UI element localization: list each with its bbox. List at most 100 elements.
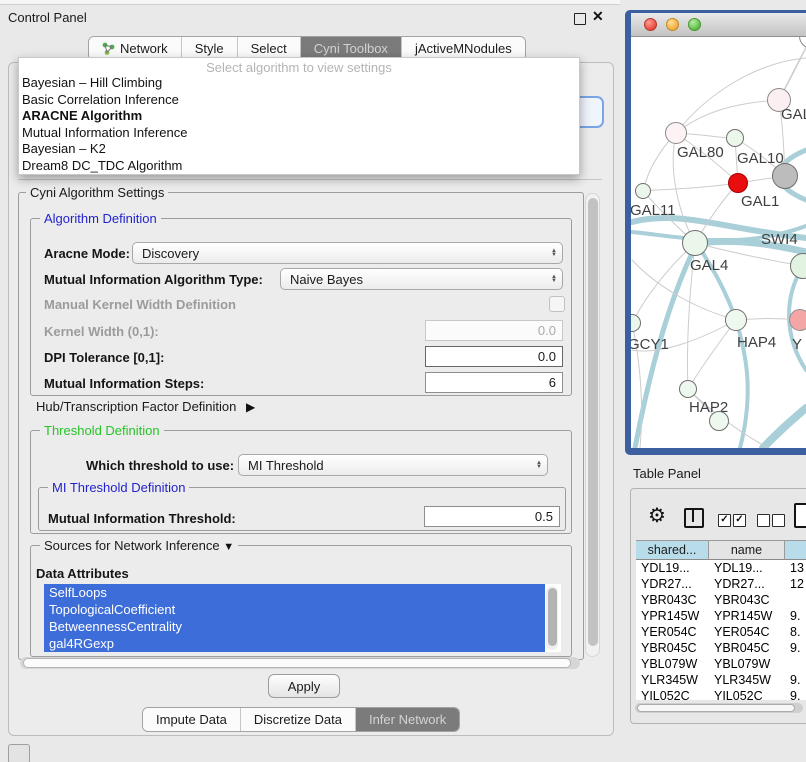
dropdown-item[interactable]: Mutual Information Inference [19, 125, 579, 142]
dropdown-item[interactable]: Dream8 DC_TDC Algorithm [19, 158, 579, 175]
table-row[interactable]: YBL079WYBL079W [636, 656, 806, 672]
table-row[interactable]: YDR27...YDR27...12 [636, 576, 806, 592]
dropdown-item[interactable]: Bayesian – Hill Climbing [19, 75, 579, 92]
node-gal80[interactable] [665, 122, 687, 144]
manual-kernel-checkbox[interactable] [549, 296, 565, 312]
column-header-1[interactable]: name [709, 540, 785, 560]
cyni-settings-group-title: Cyni Algorithm Settings [26, 185, 168, 200]
float-panel-icon[interactable] [574, 13, 586, 25]
settings-scrollbar-thumb[interactable] [588, 198, 598, 646]
columns-icon[interactable] [684, 508, 704, 528]
cell-shared-name: YDL19... [641, 561, 690, 575]
cell-value: 9. [790, 641, 800, 655]
minimized-panel-icon[interactable] [8, 744, 30, 762]
select-all-check-icon[interactable]: ✓ [733, 514, 746, 527]
cell-name: YDR27... [714, 577, 765, 591]
node-gal4[interactable] [682, 230, 708, 256]
attribute-item[interactable]: BetweennessCentrality [44, 618, 545, 635]
attributes-scrollbar[interactable] [546, 586, 558, 650]
table-row[interactable]: YLR345WYLR345W9. [636, 672, 806, 688]
hub-section-label: Hub/Transcription Factor Definition [36, 399, 236, 414]
tab-label: Discretize Data [254, 712, 342, 727]
network-window-titlebar[interactable] [631, 13, 806, 37]
mi-type-select[interactable]: Naive Bayes ▲▼ [280, 268, 563, 290]
mi-threshold-field[interactable]: 0.5 [424, 506, 560, 527]
select-all-check-icon[interactable]: ✓ [718, 514, 731, 527]
deselect-all-box-icon[interactable] [772, 514, 785, 527]
node-hap4-label: HAP4 [737, 334, 776, 351]
node-hap2b[interactable] [709, 411, 729, 431]
node-gal11[interactable] [635, 183, 651, 199]
table-row[interactable]: YPR145WYPR145W9. [636, 608, 806, 624]
table-row[interactable]: YBR045CYBR045C9. [636, 640, 806, 656]
sources-group-toggle[interactable]: Sources for Network Inference ▼ [40, 538, 238, 553]
minimize-window-icon[interactable] [666, 18, 679, 31]
node-hap2[interactable] [679, 380, 697, 398]
hub-section-toggle[interactable]: Hub/Transcription Factor Definition ▶ [36, 399, 255, 414]
column-header-0[interactable]: shared... [636, 540, 709, 560]
tab-label: Impute Data [156, 712, 227, 727]
gear-icon[interactable]: ⚙ [648, 503, 666, 528]
dpi-tolerance-field[interactable]: 0.0 [425, 346, 563, 367]
deselect-all-box-icon[interactable] [757, 514, 770, 527]
close-icon[interactable]: ✕ [592, 8, 604, 25]
tab-infer-network[interactable]: Infer Network [355, 708, 459, 731]
aracne-mode-select[interactable]: Discovery ▲▼ [132, 242, 563, 264]
node-pink-label: Y [792, 336, 802, 353]
cell-shared-name: YBR045C [641, 641, 697, 655]
algorithm-dropdown-list: Select algorithm to view settings Bayesi… [18, 57, 580, 175]
apply-button[interactable]: Apply [268, 674, 340, 698]
export-table-icon[interactable] [794, 503, 806, 528]
kernel-width-field[interactable]: 0.0 [425, 320, 563, 341]
aracne-mode-label: Aracne Mode: [44, 246, 130, 261]
cell-name: YIL052C [714, 689, 763, 700]
node-gal11-label: GAL11 [631, 202, 676, 219]
column-header-2[interactable] [785, 540, 806, 560]
dropdown-item[interactable]: Basic Correlation Inference [19, 92, 579, 109]
table-row[interactable]: YBR043CYBR043C [636, 592, 806, 608]
attributes-scrollbar-thumb[interactable] [548, 588, 557, 646]
table-hscrollbar-thumb[interactable] [637, 704, 795, 712]
cell-name: YDL19... [714, 561, 763, 575]
screen: Control Panel ✕ NetworkStyleSelectCyni T… [0, 0, 806, 762]
which-threshold-select[interactable]: MI Threshold ▲▼ [238, 454, 548, 476]
threshold-definition-title: Threshold Definition [40, 423, 164, 438]
settings-hscrollbar[interactable] [20, 657, 580, 669]
node-hap4[interactable] [725, 309, 747, 331]
tab-impute-data[interactable]: Impute Data [143, 708, 240, 731]
table-row[interactable]: YIL052CYIL052C9. [636, 688, 806, 700]
network-canvas[interactable]: GALGAL80GAL10GAL1GAL11GAL4SWI4GCY1HAP4YH… [631, 37, 806, 448]
tab-discretize-data[interactable]: Discretize Data [240, 708, 355, 731]
node-gal80-label: GAL80 [677, 144, 724, 161]
node-gal10[interactable] [726, 129, 744, 147]
cell-value: 9. [790, 673, 800, 687]
settings-scrollbar[interactable] [585, 193, 600, 657]
table-row[interactable]: YDL19...YDL19...13 [636, 560, 806, 576]
dropdown-placeholder: Select algorithm to view settings [19, 60, 579, 75]
which-threshold-value: MI Threshold [248, 458, 324, 473]
cell-shared-name: YBL079W [641, 657, 697, 671]
dropdown-item[interactable]: ARACNE Algorithm [19, 108, 579, 125]
stepper-icon: ▲▼ [551, 249, 557, 258]
mi-steps-field[interactable]: 6 [425, 372, 563, 393]
node-gray[interactable] [772, 163, 798, 189]
table-panel-title: Table Panel [633, 466, 701, 481]
close-window-icon[interactable] [644, 18, 657, 31]
tab-label: Network [120, 41, 168, 56]
cell-value: 9. [790, 609, 800, 623]
table-hscrollbar[interactable] [635, 703, 803, 713]
attribute-item[interactable]: TopologicalCoefficient [44, 601, 545, 618]
attribute-item[interactable]: SelfLoops [44, 584, 545, 601]
zoom-window-icon[interactable] [688, 18, 701, 31]
attribute-item[interactable]: gal4RGexp [44, 635, 545, 652]
dropdown-item[interactable]: Bayesian – K2 [19, 141, 579, 158]
table-row[interactable]: YER054CYER054C8. [636, 624, 806, 640]
node-gal4-label: GAL4 [690, 257, 728, 274]
network-tab-icon [102, 42, 115, 55]
mi-steps-label: Mutual Information Steps: [44, 376, 204, 391]
mi-type-label: Mutual Information Algorithm Type: [44, 272, 263, 287]
node-pink[interactable] [789, 309, 806, 331]
table-body: YDL19...YDL19...13YDR27...YDR27...12YBR0… [636, 560, 806, 700]
settings-hscrollbar-thumb[interactable] [23, 658, 571, 668]
node-gal1[interactable] [728, 173, 748, 193]
